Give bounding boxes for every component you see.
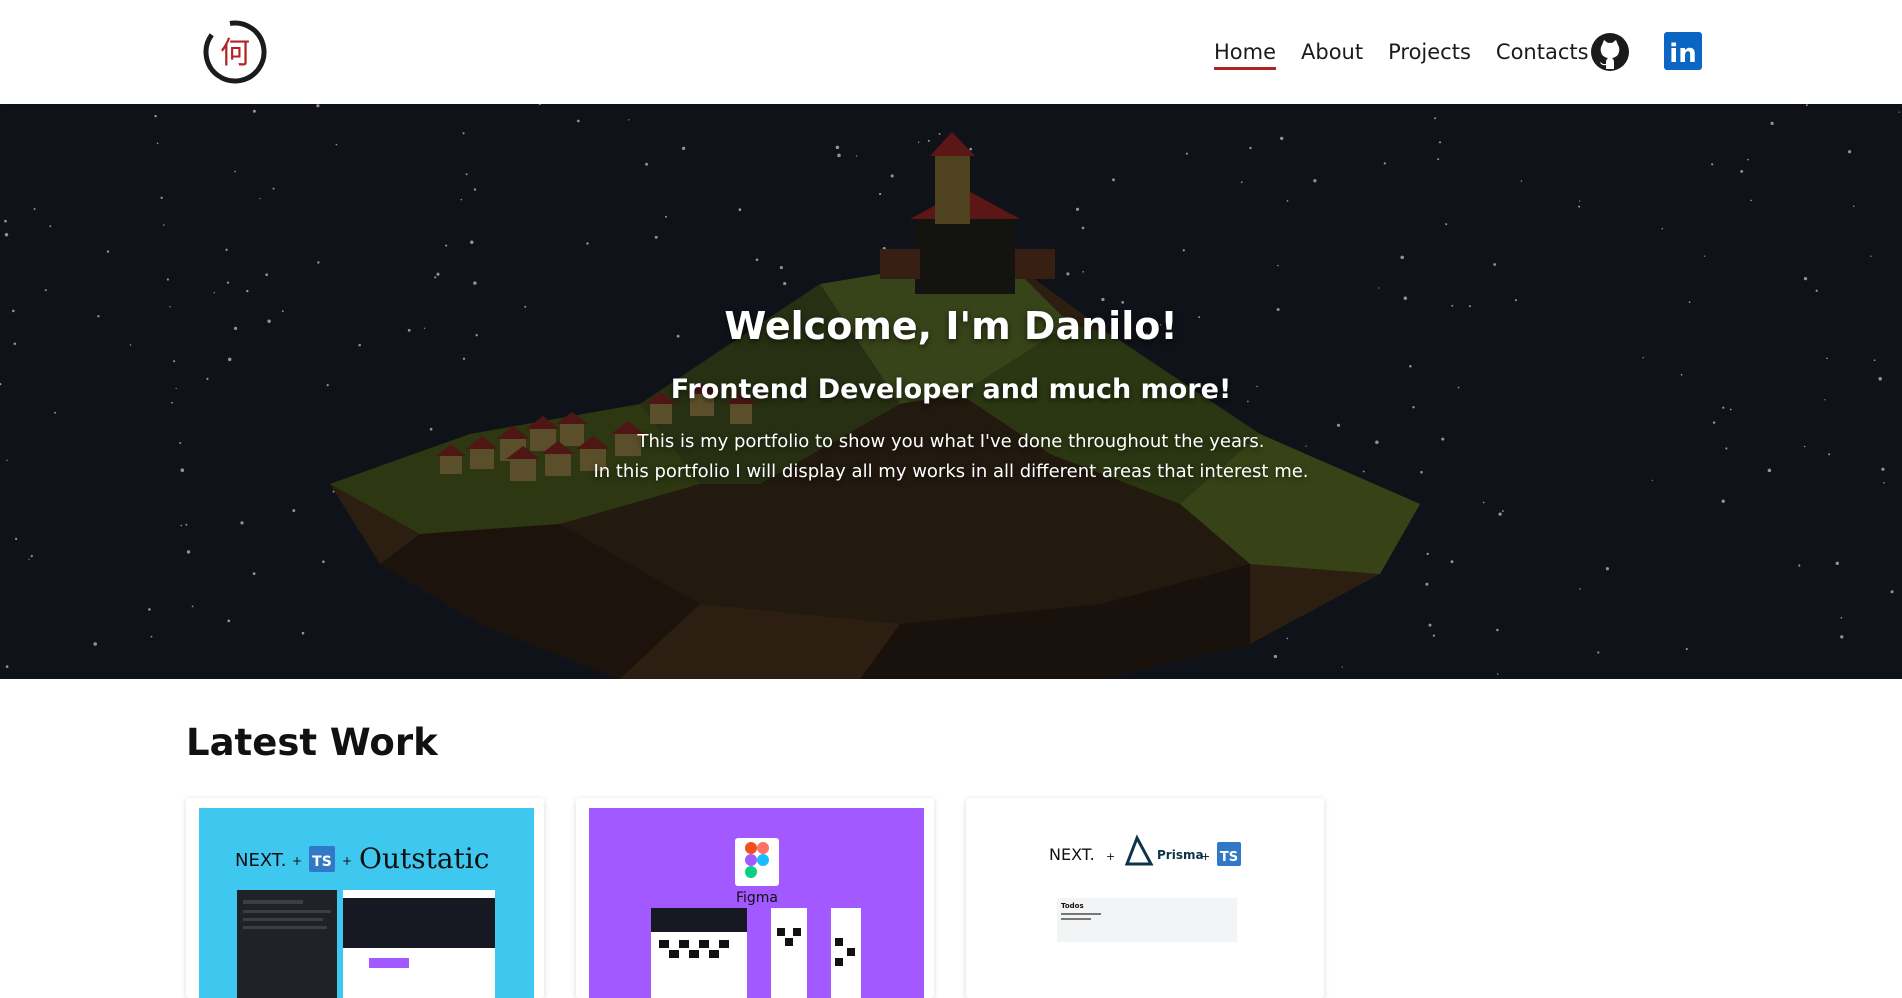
project-thumbnail-art: NEXT. + Prisma + TS Todos — [979, 808, 1314, 998]
github-icon[interactable] — [1589, 31, 1631, 73]
navbar: 何 Home About Projects Contacts in — [0, 0, 1902, 104]
ts-logo: TS — [1220, 850, 1238, 865]
project-thumbnail-art: Figma — [589, 808, 924, 998]
svg-text:+: + — [1106, 850, 1115, 863]
linkedin-label: in — [1669, 39, 1696, 69]
nav-about[interactable]: About — [1301, 34, 1363, 70]
project-card[interactable]: NEXT. + Prisma + TS Todos — [966, 798, 1324, 998]
ts-logo: TS — [312, 854, 332, 870]
next-logo: NEXT. — [1049, 845, 1095, 864]
next-logo: NEXT. — [235, 850, 286, 871]
svg-text:+: + — [1201, 850, 1210, 863]
logo[interactable]: 何 — [201, 18, 269, 86]
project-thumbnail: NEXT. + Prisma + TS Todos — [979, 808, 1314, 998]
hero-title: Welcome, I'm Danilo! — [724, 304, 1178, 348]
project-card[interactable]: Figma — [576, 798, 934, 998]
nav-links: Home About Projects Contacts — [1214, 30, 1589, 74]
project-thumbnail: Figma — [589, 808, 924, 998]
hero-subtitle: Frontend Developer and much more! — [670, 374, 1232, 405]
prisma-logo: Prisma — [1157, 848, 1204, 862]
svg-text:+: + — [292, 854, 302, 868]
figma-logo: Figma — [736, 890, 778, 906]
todos-panel-title: Todos — [1061, 902, 1084, 910]
hero-banner: Welcome, I'm Danilo! Frontend Developer … — [0, 104, 1902, 679]
latest-work-title: Latest Work — [186, 721, 438, 764]
outstatic-logo: Outstatic — [359, 842, 489, 875]
hero-description-line: In this portfolio I will display all my … — [593, 461, 1309, 482]
project-thumbnail-art: NEXT. + TS + Outstatic — [199, 808, 534, 998]
svg-text:+: + — [342, 854, 352, 868]
nav-projects[interactable]: Projects — [1388, 34, 1471, 70]
project-thumbnail: NEXT. + TS + Outstatic — [199, 808, 534, 998]
hero-description-line: This is my portfolio to show you what I'… — [637, 431, 1265, 452]
nav-contacts[interactable]: Contacts — [1496, 34, 1589, 70]
linkedin-icon[interactable]: in — [1664, 32, 1702, 70]
project-card[interactable]: NEXT. + TS + Outstatic — [186, 798, 544, 998]
logo-glyph: 何 — [220, 36, 250, 71]
nav-home[interactable]: Home — [1214, 34, 1277, 70]
